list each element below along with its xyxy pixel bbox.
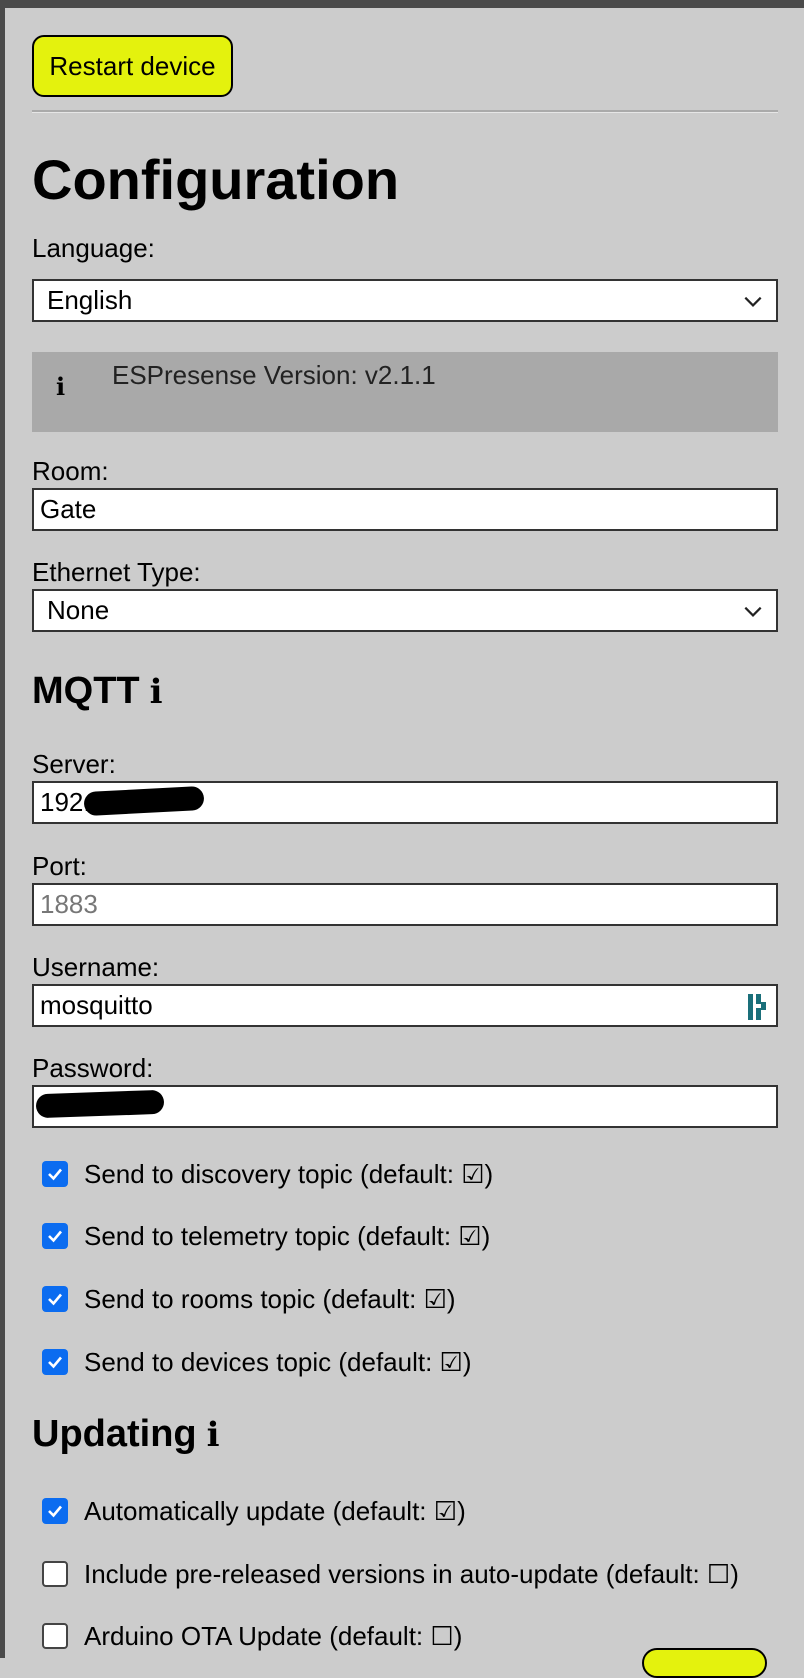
updating-title: Updating	[32, 1413, 197, 1455]
mqtt-title: MQTT	[32, 670, 140, 712]
port-label: Port:	[32, 851, 87, 881]
check-icon	[48, 1230, 62, 1243]
version-info-box: i ESPresense Version: v2.1.1	[32, 352, 778, 432]
password-label: Password:	[32, 1053, 154, 1083]
checkbox-checked[interactable]	[42, 1161, 68, 1187]
restart-device-button[interactable]: Restart device	[32, 35, 233, 97]
window-frame-left	[0, 0, 5, 1658]
username-value: mosquitto	[40, 990, 153, 1020]
info-icon: i	[56, 372, 66, 401]
room-label: Room:	[32, 456, 109, 486]
language-label: Language:	[32, 233, 155, 263]
telemetry-topic-checkbox[interactable]: Send to telemetry topic (default: ☑)	[42, 1221, 490, 1251]
language-value: English	[47, 285, 133, 315]
server-label: Server:	[32, 749, 116, 779]
checkbox-label: Send to rooms topic (default: ☑)	[84, 1284, 456, 1314]
info-icon[interactable]: i	[150, 672, 163, 712]
checkbox-checked[interactable]	[42, 1349, 68, 1375]
checkbox-label: Send to discovery topic (default: ☑)	[84, 1159, 494, 1189]
password-manager-icon[interactable]	[746, 992, 768, 1022]
language-select[interactable]: English	[32, 279, 778, 322]
username-input[interactable]: mosquitto	[32, 984, 778, 1027]
check-icon	[48, 1168, 62, 1181]
checkbox-unchecked[interactable]	[42, 1623, 68, 1649]
prerelease-checkbox[interactable]: Include pre-released versions in auto-up…	[42, 1559, 739, 1589]
checkbox-label: Send to telemetry topic (default: ☑)	[84, 1221, 491, 1251]
chevron-down-icon	[744, 606, 762, 617]
ethernet-type-select[interactable]: None	[32, 589, 778, 632]
auto-update-checkbox[interactable]: Automatically update (default: ☑)	[42, 1496, 466, 1526]
check-icon	[48, 1356, 62, 1369]
checkbox-unchecked[interactable]	[42, 1561, 68, 1587]
rooms-topic-checkbox[interactable]: Send to rooms topic (default: ☑)	[42, 1284, 456, 1314]
chevron-down-icon	[744, 296, 762, 307]
devices-topic-checkbox[interactable]: Send to devices topic (default: ☑)	[42, 1347, 472, 1377]
save-button[interactable]	[642, 1648, 767, 1678]
ethernet-type-value: None	[47, 595, 110, 625]
redaction-mark	[35, 1089, 165, 1119]
window-frame-top	[0, 0, 804, 8]
version-text: ESPresense Version: v2.1.1	[112, 360, 436, 390]
room-value: Gate	[40, 494, 97, 524]
port-input[interactable]: 1883	[32, 883, 778, 926]
username-label: Username:	[32, 952, 160, 982]
mqtt-heading: MQTT i	[32, 669, 163, 714]
checkbox-label: Arduino OTA Update (default: ☐)	[84, 1621, 463, 1651]
check-icon	[48, 1293, 62, 1306]
checkbox-label: Automatically update (default: ☑)	[84, 1496, 466, 1526]
checkbox-label: Send to devices topic (default: ☑)	[84, 1347, 472, 1377]
arduino-ota-checkbox[interactable]: Arduino OTA Update (default: ☐)	[42, 1621, 462, 1651]
ethernet-type-label: Ethernet Type:	[32, 557, 201, 587]
checkbox-checked[interactable]	[42, 1286, 68, 1312]
discovery-topic-checkbox[interactable]: Send to discovery topic (default: ☑)	[42, 1159, 493, 1189]
checkbox-label: Include pre-released versions in auto-up…	[84, 1559, 739, 1589]
info-icon[interactable]: i	[207, 1415, 220, 1455]
checkbox-checked[interactable]	[42, 1223, 68, 1249]
checkbox-checked[interactable]	[42, 1498, 68, 1524]
page-title: Configuration	[32, 148, 400, 211]
port-placeholder: 1883	[40, 889, 98, 919]
check-icon	[48, 1505, 62, 1518]
divider	[32, 110, 778, 113]
room-input[interactable]: Gate	[32, 488, 778, 531]
updating-heading: Updating i	[32, 1412, 220, 1457]
